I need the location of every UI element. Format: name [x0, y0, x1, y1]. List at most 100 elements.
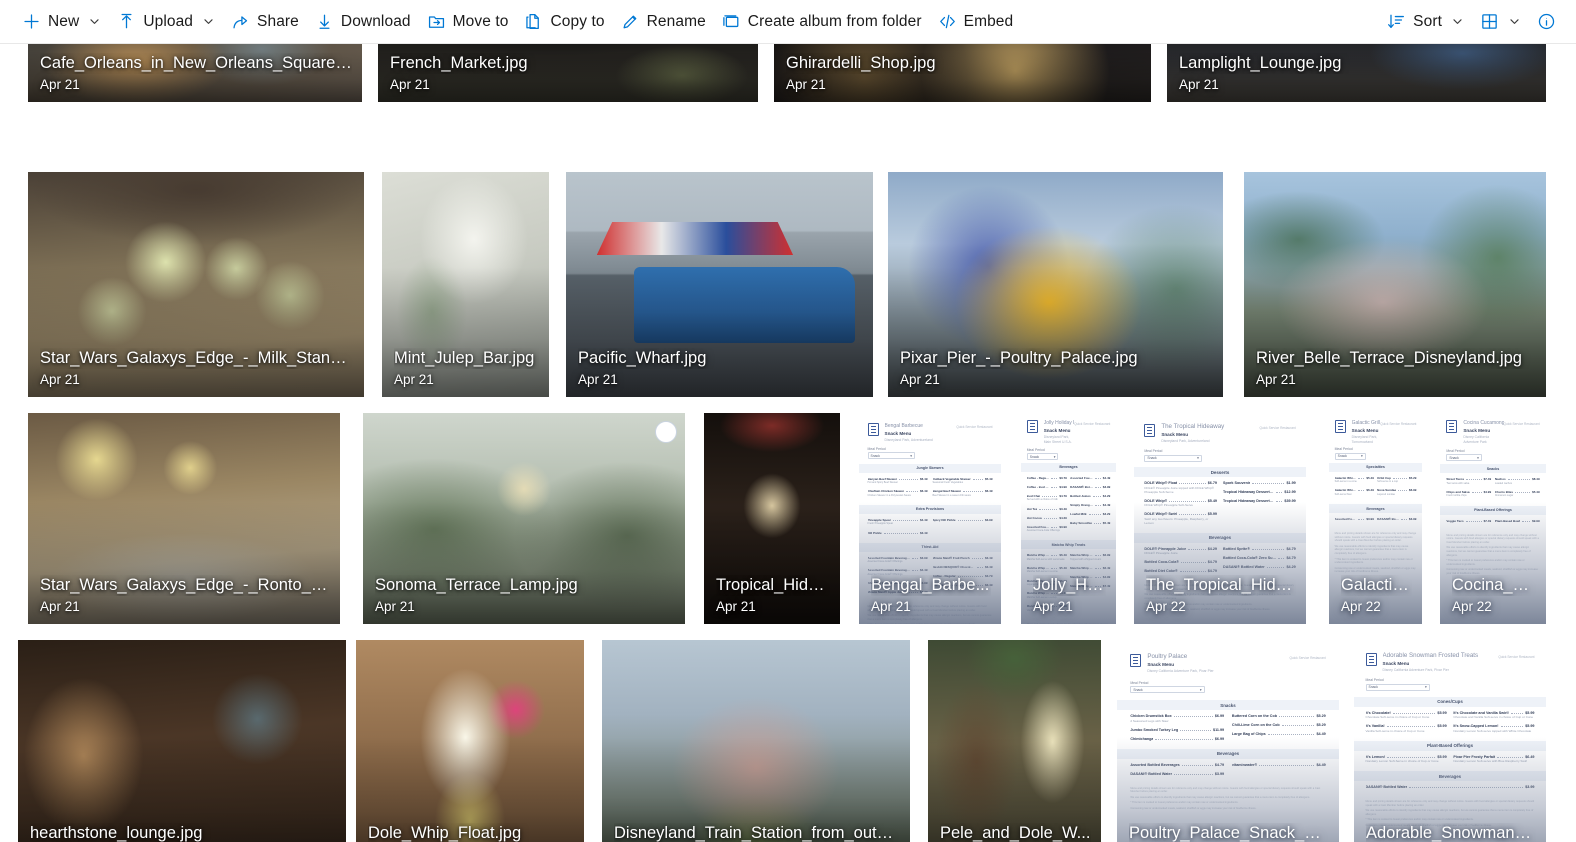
- grid-tile[interactable]: Ghirardelli_Shop.jpg Apr 21: [770, 44, 1155, 106]
- chevron-down-icon[interactable]: [1507, 15, 1521, 29]
- doc-title: Adorable Snowman Frosted Treats: [1382, 651, 1479, 659]
- toolbar-item-upload[interactable]: Upload: [109, 5, 223, 39]
- doc-item-price: $5.99: [1525, 710, 1535, 715]
- doc-item-name: Tropical Hideaway Dessert Bowl and Spork…: [1223, 490, 1274, 495]
- doc-menu-item: DOLE Whip® Float $6.79 DOLE® Pineapple Jui…: [1144, 480, 1217, 494]
- doc-leader-dots: [1398, 487, 1407, 492]
- doc-menu-item: It's Chocolate and Vanilla Swirl! $5.99 Ch…: [1453, 710, 1534, 720]
- doc-leader-dots: [1358, 475, 1365, 479]
- toolbar-item-move-to[interactable]: Move to: [419, 5, 517, 39]
- grid-tile[interactable]: Galactic Grill Snack Menu Disneyland Park,…: [1325, 409, 1426, 628]
- grid-tile[interactable]: Sonoma_Terrace_Lamp.jpg Apr 21: [359, 409, 689, 628]
- doc-field-select[interactable]: Snack ▾: [1026, 453, 1059, 461]
- doc-item-price: $8.49: [1532, 477, 1540, 482]
- grid-tile[interactable]: River_Belle_Terrace_Disneyland.jpg Apr 21: [1240, 168, 1550, 401]
- doc-item-name: Outback Vegetable Skewer: [932, 476, 971, 481]
- doc-item-name: It's Vanilla!: [1365, 724, 1385, 729]
- doc-field-value: Snack: [1449, 455, 1459, 460]
- doc-leader-dots: [1507, 476, 1531, 481]
- doc-item-price: $6.99: [1408, 488, 1417, 493]
- doc-field-label: Meal Period: [1130, 680, 1149, 685]
- tile-inner: Cocina Cucamonga Mexican GrillSnack Menu…: [1440, 413, 1546, 624]
- toolbar-item-rename[interactable]: Rename: [613, 5, 714, 39]
- tile-scrim: [1117, 737, 1339, 842]
- tile-inner: Mint_Julep_Bar.jpg Apr 21: [382, 172, 549, 397]
- grid-tile[interactable]: French_Market.jpg Apr 21: [374, 44, 762, 106]
- doc-item-name: It's Snow-Capped Lemon!: [1453, 724, 1499, 729]
- toolbar-item-new[interactable]: New: [14, 5, 109, 39]
- doc-leader-dots: [1471, 489, 1482, 493]
- toolbar-item-grid-view[interactable]: [1472, 5, 1529, 39]
- doc-subtitle: Snack Menu: [1463, 428, 1491, 434]
- grid-tile[interactable]: Star_Wars_Galaxys_Edge_-_Milk_Stand.jpg A…: [24, 168, 368, 401]
- toolbar-item-share[interactable]: Share: [223, 5, 307, 39]
- tile-inner: Star_Wars_Galaxys_Edge_-_Ronto_Roa... Apr…: [28, 413, 340, 624]
- grid-tile[interactable]: Dole_Whip_Float.jpgApr 23: [352, 636, 588, 842]
- grid-tile[interactable]: Adorable Snowman Frosted Treats Snack Men…: [1350, 636, 1550, 842]
- tile-inner: Lamplight_Lounge.jpg Apr 21: [1167, 44, 1546, 102]
- doc-corner-note: Quick Service Restaurant: [1498, 654, 1535, 659]
- grid-tile[interactable]: Tropical_Hide... Apr 21: [700, 409, 844, 628]
- doc-item-desc: Fresh tortilla chips: [1446, 494, 1467, 498]
- toolbar-left-group: New Upload Share Download Move to Copy to Rena…: [14, 5, 1021, 39]
- menu-document-icon: [1144, 424, 1156, 438]
- grid-tile[interactable]: Bengal Barbecue Snack Menu Disneyland Park…: [855, 409, 1005, 628]
- grid-tile[interactable]: Jolly Holiday Bakery CafeSnack MenuDisne…: [1017, 409, 1120, 628]
- tile-inner: Pele_and_Dole_W...Apr 23: [928, 640, 1101, 842]
- grid-tile[interactable]: Pixar_Pier_-_Poultry_Palace.jpg Apr 21: [884, 168, 1227, 401]
- grid-tile[interactable]: Cocina Cucamonga Mexican GrillSnack Menu…: [1436, 409, 1550, 628]
- grid-tile[interactable]: Star_Wars_Galaxys_Edge_-_Ronto_Roa... Apr…: [24, 409, 344, 628]
- toolbar-item-info[interactable]: [1529, 5, 1564, 39]
- tile-inner: Adorable Snowman Frosted Treats Snack Men…: [1354, 640, 1546, 842]
- grid-tile[interactable]: Cafe_Orleans_in_New_Orleans_Square.j... A…: [24, 44, 366, 106]
- tile-inner: Dole_Whip_Float.jpgApr 23: [356, 640, 584, 842]
- grid-tile[interactable]: Lamplight_Lounge.jpg Apr 21: [1163, 44, 1550, 106]
- doc-location: Disney California Adventure Park: [1463, 435, 1489, 445]
- toolbar-item-copy-to[interactable]: Copy to: [516, 5, 612, 39]
- doc-location: Disneyland Park, Adventureland: [1161, 439, 1210, 444]
- grid-tile[interactable]: Mint_Julep_Bar.jpg Apr 21: [378, 168, 553, 401]
- tile-select-checkbox[interactable]: [655, 421, 677, 443]
- doc-header: Adorable Snowman Frosted Treats Snack Men…: [1354, 640, 1546, 678]
- doc-field: Meal Period Snack ▾: [1329, 447, 1422, 462]
- doc-item-name: DOLE Whip® Float: [1144, 481, 1178, 486]
- toolbar-item-embed[interactable]: Embed: [930, 5, 1022, 39]
- grid-tile[interactable]: hearthstone_lounge.jpgApr 23: [14, 636, 350, 842]
- doc-item-name: Spork Souvenir: [1223, 481, 1251, 486]
- doc-item-price: $4.29: [1102, 493, 1111, 498]
- grid-tile[interactable]: Pacific_Wharf.jpg Apr 21: [562, 168, 877, 401]
- tile-scrim: [378, 50, 758, 102]
- doc-menu-item: Orbit Cup $5.29 Soft-serve in a cup: [1377, 475, 1416, 484]
- grid-tile[interactable]: Pele_and_Dole_W...Apr 23: [924, 636, 1105, 842]
- doc-field-select[interactable]: Snack ▾: [1334, 452, 1366, 460]
- doc-item-desc: Nondairy Lemon Soft-serve topped with Wh…: [1453, 728, 1532, 733]
- doc-field-select[interactable]: Snack ▾: [867, 452, 915, 460]
- grid-tile[interactable]: The Tropical Hideaway Snack Menu Disneylan…: [1130, 409, 1310, 628]
- doc-title: Bengal Barbecue: [884, 422, 923, 429]
- chevron-down-icon[interactable]: [201, 15, 215, 29]
- toolbar-item-download[interactable]: Download: [307, 5, 419, 39]
- doc-field-label: Meal Period: [867, 446, 886, 451]
- tile-scrim: [704, 501, 840, 624]
- doc-field: Meal Period Snack ▾: [1440, 449, 1546, 465]
- doc-field-select[interactable]: Snack ▾: [1446, 454, 1482, 462]
- doc-field-select[interactable]: Snack ▾: [1144, 454, 1202, 462]
- doc-leader-dots: [1051, 475, 1058, 479]
- chevron-down-icon: ▾: [1477, 455, 1479, 460]
- toolbar-item-sort[interactable]: Sort: [1379, 5, 1472, 39]
- doc-subtitle: Snack Menu: [1161, 432, 1189, 438]
- tile-scrim: [1329, 501, 1422, 624]
- doc-field-select[interactable]: Snack ▾: [1365, 683, 1430, 691]
- toolbar-item-label: Move to: [452, 12, 509, 30]
- grid-tile[interactable]: Disneyland_Train_Station_from_outsi...Ap…: [598, 636, 914, 842]
- toolbar-item-create-album-from-folder[interactable]: Create album from folder: [714, 5, 930, 39]
- chevron-down-icon[interactable]: [87, 15, 101, 29]
- menu-document-icon: [1334, 419, 1346, 433]
- doc-item-price: $6.49: [920, 476, 928, 481]
- grid-tile[interactable]: Poultry Palace Snack Menu Disney Californi…: [1113, 636, 1343, 842]
- doc-field-select[interactable]: Snack ▾: [1130, 686, 1205, 694]
- doc-item-name: Bottled Juices: [1070, 493, 1091, 498]
- doc-item-name: Coffee - Regular: [1026, 475, 1050, 480]
- tile-inner: The Tropical Hideaway Snack Menu Disneylan…: [1134, 413, 1306, 624]
- chevron-down-icon[interactable]: [1450, 15, 1464, 29]
